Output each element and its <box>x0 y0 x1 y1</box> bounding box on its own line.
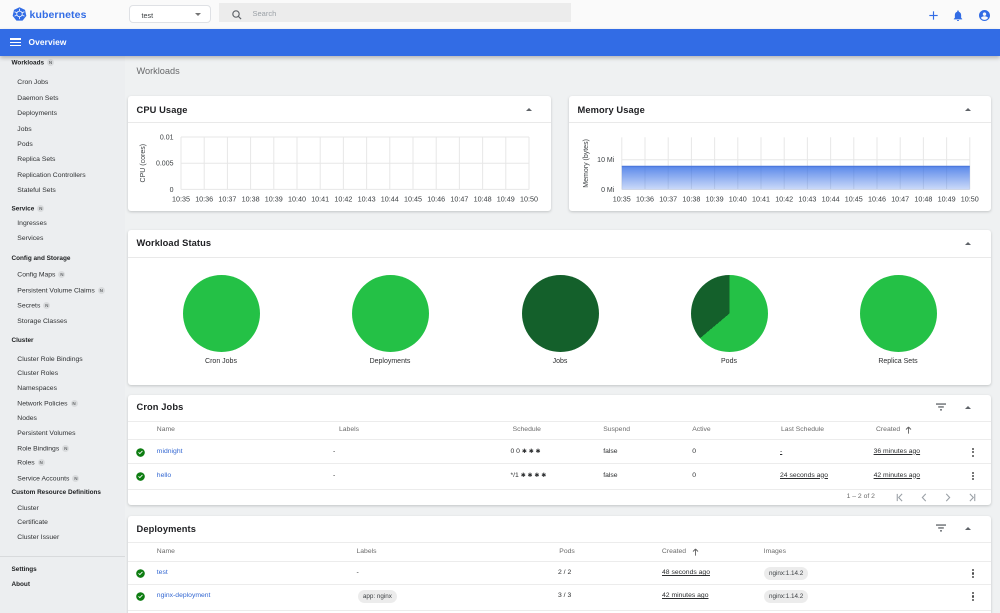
svg-text:10:35: 10:35 <box>172 194 190 203</box>
svg-text:10:46: 10:46 <box>868 195 886 204</box>
svg-text:10:49: 10:49 <box>497 194 515 203</box>
svg-text:0.01: 0.01 <box>160 135 174 142</box>
svg-text:10:38: 10:38 <box>682 195 700 204</box>
svg-text:10:48: 10:48 <box>474 194 492 203</box>
svg-text:10:39: 10:39 <box>265 194 283 203</box>
svg-text:10:35: 10:35 <box>613 195 631 204</box>
svg-text:10:45: 10:45 <box>404 194 422 203</box>
svg-text:10:36: 10:36 <box>636 195 654 204</box>
svg-text:10:41: 10:41 <box>311 194 329 203</box>
svg-text:0.005: 0.005 <box>156 161 174 168</box>
svg-text:10:42: 10:42 <box>334 194 352 203</box>
svg-text:10:43: 10:43 <box>798 195 816 204</box>
svg-text:10:47: 10:47 <box>450 194 468 203</box>
svg-text:10:38: 10:38 <box>242 194 260 203</box>
svg-text:10:44: 10:44 <box>381 194 399 203</box>
svg-text:10:36: 10:36 <box>195 194 213 203</box>
svg-text:0: 0 <box>170 187 174 194</box>
svg-text:10:37: 10:37 <box>218 194 236 203</box>
svg-text:10:40: 10:40 <box>729 195 747 204</box>
svg-text:10:49: 10:49 <box>938 195 956 204</box>
svg-text:10:45: 10:45 <box>845 195 863 204</box>
svg-text:10:43: 10:43 <box>358 194 376 203</box>
svg-text:10:50: 10:50 <box>961 195 979 204</box>
svg-text:CPU (cores): CPU (cores) <box>140 144 147 183</box>
svg-text:Memory (bytes): Memory (bytes) <box>583 139 590 188</box>
svg-text:0 Mi: 0 Mi <box>601 187 615 194</box>
svg-text:10:47: 10:47 <box>891 195 909 204</box>
svg-text:10:42: 10:42 <box>775 195 793 204</box>
svg-text:10:37: 10:37 <box>659 195 677 204</box>
svg-text:10:48: 10:48 <box>914 195 932 204</box>
svg-text:10:50: 10:50 <box>520 194 538 203</box>
svg-text:10:41: 10:41 <box>752 195 770 204</box>
svg-text:10:46: 10:46 <box>427 194 445 203</box>
svg-text:10:44: 10:44 <box>822 195 840 204</box>
svg-text:10 Mi: 10 Mi <box>597 157 615 164</box>
svg-text:10:40: 10:40 <box>288 194 306 203</box>
svg-text:10:39: 10:39 <box>706 195 724 204</box>
